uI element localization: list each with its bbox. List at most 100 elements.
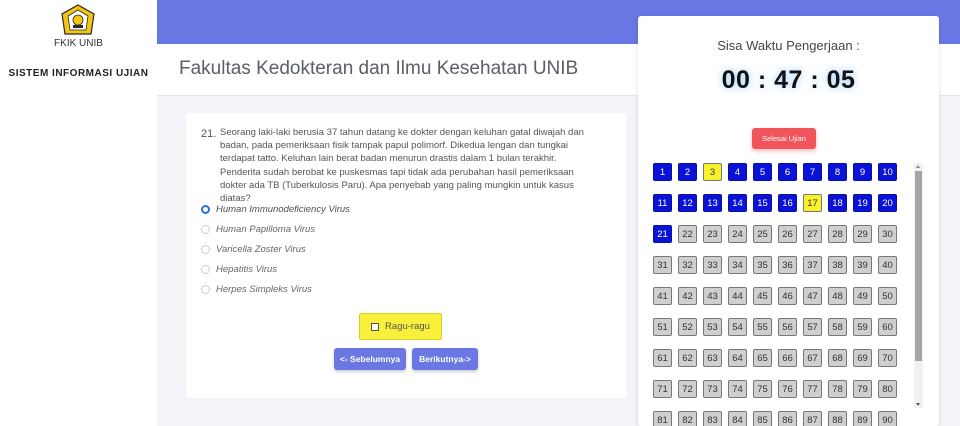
question-nav-button[interactable]: 13 — [703, 194, 722, 212]
question-nav-button[interactable]: 87 — [803, 411, 822, 426]
scroll-down-icon[interactable] — [916, 403, 920, 406]
question-nav-button[interactable]: 63 — [703, 349, 722, 367]
question-nav-button[interactable]: 80 — [878, 380, 897, 398]
question-nav-button[interactable]: 25 — [753, 225, 772, 243]
question-nav-button[interactable]: 14 — [728, 194, 747, 212]
question-nav-button[interactable]: 60 — [878, 318, 897, 336]
question-nav-button[interactable]: 19 — [853, 194, 872, 212]
doubt-toggle[interactable]: Ragu-ragu — [359, 313, 442, 340]
question-nav-button[interactable]: 3 — [703, 163, 722, 181]
question-nav-button[interactable]: 48 — [828, 287, 847, 305]
question-nav-button[interactable]: 76 — [778, 380, 797, 398]
question-nav-button[interactable]: 36 — [778, 256, 797, 274]
question-nav-button[interactable]: 31 — [653, 256, 672, 274]
question-nav-button[interactable]: 85 — [753, 411, 772, 426]
question-nav-button[interactable]: 70 — [878, 349, 897, 367]
question-nav-button[interactable]: 54 — [728, 318, 747, 336]
question-nav-button[interactable]: 90 — [878, 411, 897, 426]
question-nav-button[interactable]: 42 — [678, 287, 697, 305]
question-nav-button[interactable]: 52 — [678, 318, 697, 336]
question-nav-button[interactable]: 17 — [803, 194, 822, 212]
question-nav-button[interactable]: 55 — [753, 318, 772, 336]
question-nav-button[interactable]: 11 — [653, 194, 672, 212]
question-nav-button[interactable]: 7 — [803, 163, 822, 181]
question-nav-button[interactable]: 35 — [753, 256, 772, 274]
answer-option-b[interactable]: Human Papilloma Virus — [201, 222, 315, 236]
question-nav-button[interactable]: 33 — [703, 256, 722, 274]
question-nav-button[interactable]: 44 — [728, 287, 747, 305]
question-nav-button[interactable]: 37 — [803, 256, 822, 274]
question-nav-button[interactable]: 65 — [753, 349, 772, 367]
scroll-thumb[interactable] — [915, 171, 922, 361]
question-nav-button[interactable]: 30 — [878, 225, 897, 243]
question-nav-button[interactable]: 74 — [728, 380, 747, 398]
question-nav-button[interactable]: 84 — [728, 411, 747, 426]
question-nav-button[interactable]: 58 — [828, 318, 847, 336]
question-nav-button[interactable]: 8 — [828, 163, 847, 181]
question-nav-button[interactable]: 86 — [778, 411, 797, 426]
question-nav-button[interactable]: 26 — [778, 225, 797, 243]
question-nav-button[interactable]: 46 — [778, 287, 797, 305]
question-nav-button[interactable]: 27 — [803, 225, 822, 243]
question-nav-button[interactable]: 10 — [878, 163, 897, 181]
question-nav-button[interactable]: 83 — [703, 411, 722, 426]
question-nav-button[interactable]: 73 — [703, 380, 722, 398]
question-nav-button[interactable]: 75 — [753, 380, 772, 398]
question-nav-button[interactable]: 50 — [878, 287, 897, 305]
scroll-up-icon[interactable] — [916, 165, 920, 168]
question-nav-button[interactable]: 32 — [678, 256, 697, 274]
question-nav-button[interactable]: 89 — [853, 411, 872, 426]
question-nav-button[interactable]: 2 — [678, 163, 697, 181]
question-nav-button[interactable]: 16 — [778, 194, 797, 212]
question-nav-button[interactable]: 77 — [803, 380, 822, 398]
question-nav-button[interactable]: 43 — [703, 287, 722, 305]
question-nav-button[interactable]: 9 — [853, 163, 872, 181]
next-button[interactable]: Berikutnya-> — [412, 348, 478, 370]
grid-scrollbar[interactable] — [914, 163, 923, 408]
question-nav-button[interactable]: 34 — [728, 256, 747, 274]
question-nav-button[interactable]: 82 — [678, 411, 697, 426]
question-nav-button[interactable]: 79 — [853, 380, 872, 398]
question-nav-button[interactable]: 78 — [828, 380, 847, 398]
question-nav-button[interactable]: 15 — [753, 194, 772, 212]
question-nav-button[interactable]: 53 — [703, 318, 722, 336]
question-nav-button[interactable]: 38 — [828, 256, 847, 274]
question-nav-button[interactable]: 40 — [878, 256, 897, 274]
question-nav-button[interactable]: 69 — [853, 349, 872, 367]
question-nav-button[interactable]: 6 — [778, 163, 797, 181]
question-nav-button[interactable]: 29 — [853, 225, 872, 243]
question-nav-button[interactable]: 61 — [653, 349, 672, 367]
question-nav-button[interactable]: 51 — [653, 318, 672, 336]
question-nav-button[interactable]: 23 — [703, 225, 722, 243]
question-nav-button[interactable]: 49 — [853, 287, 872, 305]
question-nav-button[interactable]: 88 — [828, 411, 847, 426]
question-nav-button[interactable]: 4 — [728, 163, 747, 181]
question-nav-button[interactable]: 21 — [653, 225, 672, 243]
question-nav-button[interactable]: 72 — [678, 380, 697, 398]
radio-button[interactable] — [201, 264, 210, 274]
question-nav-button[interactable]: 59 — [853, 318, 872, 336]
question-nav-button[interactable]: 56 — [778, 318, 797, 336]
question-nav-button[interactable]: 81 — [653, 411, 672, 426]
question-nav-button[interactable]: 1 — [653, 163, 672, 181]
question-nav-button[interactable]: 62 — [678, 349, 697, 367]
radio-button[interactable] — [201, 224, 210, 234]
question-nav-button[interactable]: 47 — [803, 287, 822, 305]
question-nav-button[interactable]: 28 — [828, 225, 847, 243]
radio-button[interactable] — [201, 284, 210, 294]
question-nav-button[interactable]: 5 — [753, 163, 772, 181]
question-nav-button[interactable]: 67 — [803, 349, 822, 367]
question-nav-button[interactable]: 22 — [678, 225, 697, 243]
question-nav-button[interactable]: 12 — [678, 194, 697, 212]
question-nav-button[interactable]: 24 — [728, 225, 747, 243]
answer-option-c[interactable]: Varicella Zoster Virus — [201, 242, 306, 256]
question-nav-button[interactable]: 41 — [653, 287, 672, 305]
question-nav-button[interactable]: 71 — [653, 380, 672, 398]
question-nav-button[interactable]: 18 — [828, 194, 847, 212]
question-nav-button[interactable]: 57 — [803, 318, 822, 336]
answer-option-d[interactable]: Hepatitis Virus — [201, 262, 277, 276]
question-nav-button[interactable]: 68 — [828, 349, 847, 367]
question-nav-button[interactable]: 20 — [878, 194, 897, 212]
answer-option-e[interactable]: Herpes Simpleks Virus — [201, 282, 312, 296]
doubt-checkbox[interactable] — [371, 322, 380, 331]
